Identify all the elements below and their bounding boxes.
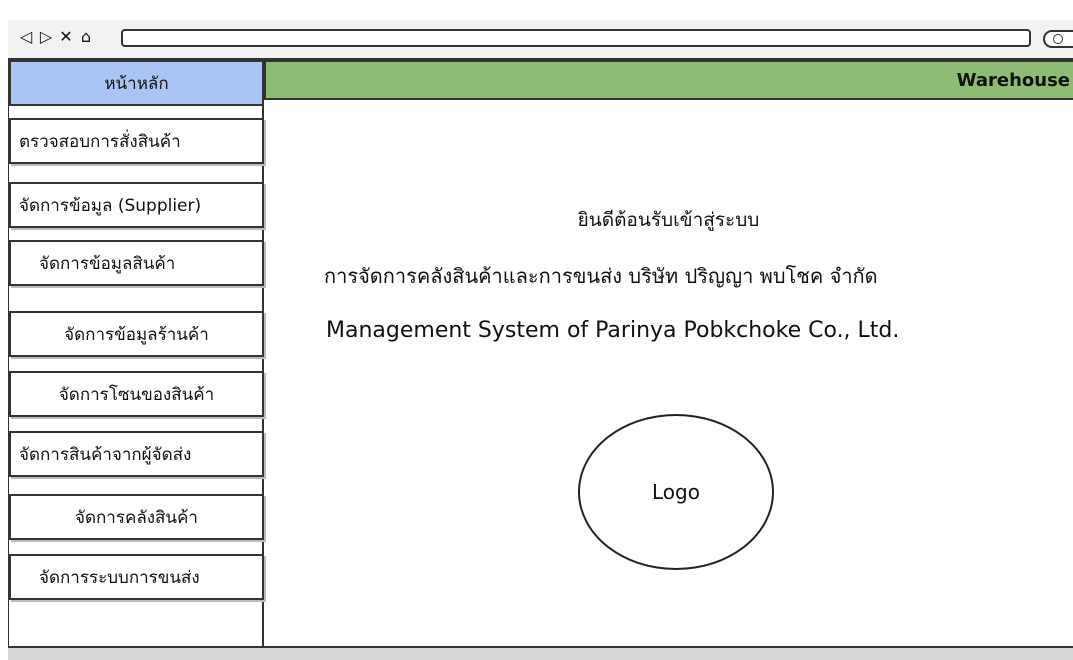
main-content: ยินดีต้อนรับเข้าสู่ระบบ การจัดการคลังสิน… (264, 100, 1073, 648)
sidebar-item-stores[interactable]: จัดการข้อมูลร้านค้า (9, 311, 264, 357)
sidebar-item-order-check[interactable]: ตรวจสอบการสั่งสินค้า (9, 118, 264, 164)
sidebar: ตรวจสอบการสั่งสินค้า จัดการข้อมูล (Suppl… (9, 106, 264, 648)
header-bar: Warehouse (264, 60, 1073, 100)
welcome-text: ยินดีต้อนรับเข้าสู่ระบบ (577, 209, 760, 231)
forward-icon[interactable]: ▷ (38, 28, 54, 46)
back-icon[interactable]: ◁ (18, 28, 34, 46)
home-icon[interactable]: ⌂ (78, 28, 94, 46)
sidebar-item-transport[interactable]: จัดการระบบการขนส่ง (9, 554, 264, 600)
home-tab[interactable]: หน้าหลัก (9, 60, 264, 106)
search-icon (1053, 34, 1063, 44)
sidebar-item-shipper-goods[interactable]: จัดการสินค้าจากผู้จัดส่ง (9, 431, 264, 477)
logo-placeholder: Logo (578, 414, 774, 570)
sidebar-item-supplier[interactable]: จัดการข้อมูล (Supplier) (9, 182, 264, 228)
close-icon[interactable]: ✕ (58, 28, 74, 46)
sidebar-item-product-zones[interactable]: จัดการโซนของสินค้า (9, 371, 264, 417)
browser-toolbar: ◁ ▷ ✕ ⌂ (8, 20, 1073, 60)
english-title: Management System of Parinya Pobkchoke C… (326, 318, 900, 343)
thai-title: การจัดการคลังสินค้าและการขนส่ง บริษัท ปร… (324, 264, 878, 288)
sidebar-item-products[interactable]: จัดการข้อมูลสินค้า (9, 240, 264, 286)
address-bar[interactable] (121, 29, 1031, 47)
logo-label: Logo (652, 480, 700, 504)
browser-nav: ◁ ▷ ✕ ⌂ (18, 28, 94, 46)
sidebar-item-warehouse[interactable]: จัดการคลังสินค้า (9, 494, 264, 540)
search-field[interactable] (1043, 30, 1073, 48)
header-title: Warehouse (956, 70, 1070, 91)
